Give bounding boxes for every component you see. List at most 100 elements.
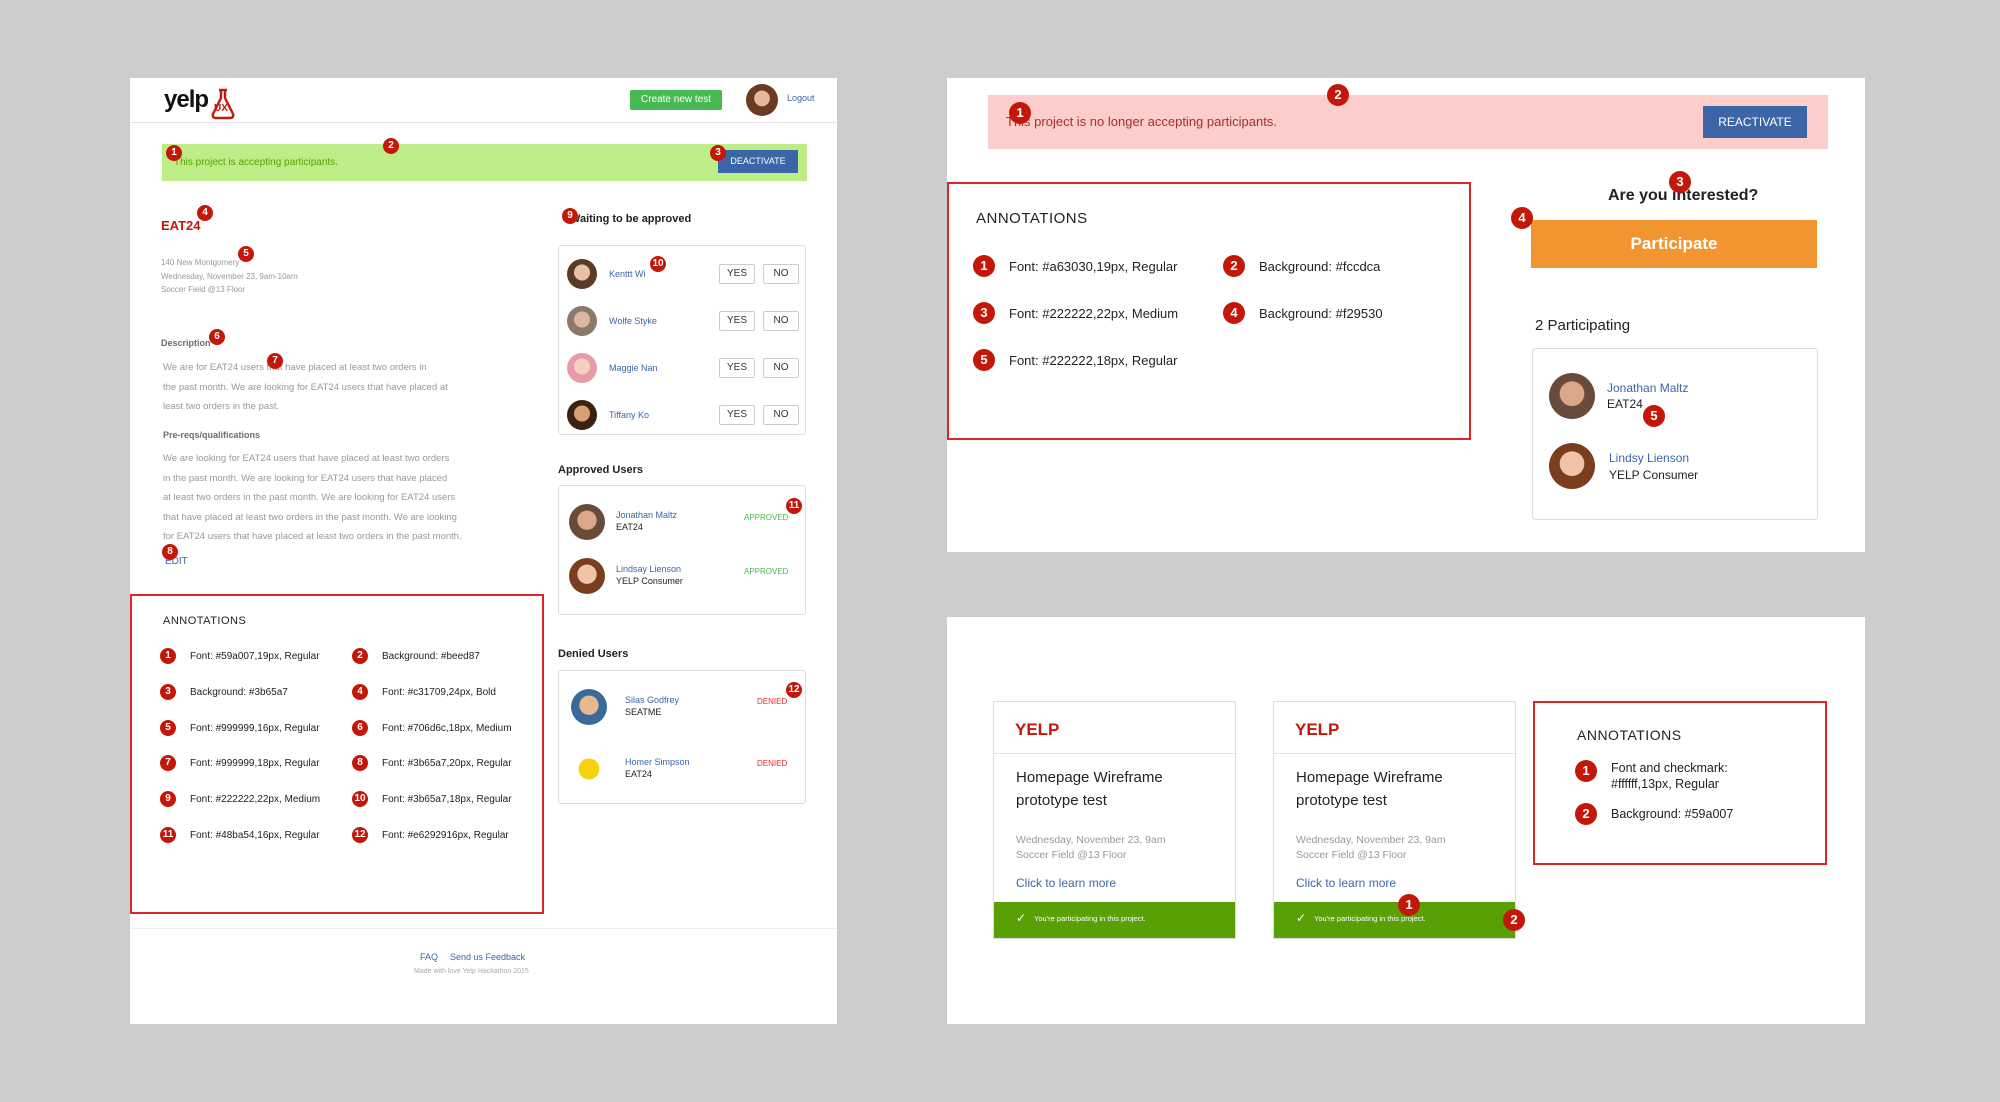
yes-button[interactable]: YES [719, 264, 755, 284]
annotation-marker: 4 [197, 205, 213, 221]
card-brand: YELP [1015, 720, 1060, 739]
no-button[interactable]: NO [763, 405, 799, 425]
project-date: Wednesday, November 23, 9am-10am [161, 272, 298, 281]
reactivate-button[interactable]: REACTIVATE [1703, 106, 1807, 138]
yes-button[interactable]: YES [719, 358, 755, 378]
annotation-marker: 2 [1575, 803, 1597, 825]
logout-link[interactable]: Logout [787, 93, 815, 103]
waiting-user-name[interactable]: Wolfe Styke [609, 316, 657, 326]
project-address: 140 New Montgomery [161, 258, 240, 267]
annotation-marker: 1 [1009, 102, 1031, 124]
avatar [571, 689, 607, 725]
approved-user-name[interactable]: Lindsay Lienson [616, 564, 681, 574]
annotation-marker: 4 [352, 684, 368, 700]
yelp-ux-logo[interactable]: yelp UX [164, 86, 244, 122]
feedback-link[interactable]: Send us Feedback [450, 952, 525, 962]
homer-avatar [571, 751, 607, 787]
participant-name[interactable]: Lindsy Lienson [1609, 451, 1689, 465]
prereqs-line: for EAT24 users that have placed at leas… [163, 531, 462, 542]
denied-user-name[interactable]: Silas Godfrey [625, 695, 679, 705]
annotation-marker: 3 [1669, 171, 1691, 193]
yes-button[interactable]: YES [719, 405, 755, 425]
annotation-text: Background: #3b65a7 [190, 686, 288, 698]
annotation-marker: 11 [786, 498, 802, 514]
status-badge: APPROVED [744, 513, 789, 522]
list-item: Maggie Nan YES NO [559, 350, 807, 386]
status-badge: APPROVED [744, 567, 789, 576]
prereqs-label: Pre-reqs/qualifications [163, 430, 261, 440]
status-badge: DENIED [757, 759, 788, 768]
denied-user-name[interactable]: Homer Simpson [625, 757, 690, 767]
project-card[interactable]: YELP Homepage Wireframe prototype test W… [1273, 701, 1516, 939]
avatar [569, 558, 605, 594]
annotation-marker: 10 [352, 791, 368, 807]
deactivate-button[interactable]: DEACTIVATE [718, 150, 798, 173]
annotation-marker: 6 [352, 720, 368, 736]
annotation-text: Font: #222222,22px, Medium [1009, 305, 1179, 321]
waiting-user-name[interactable]: Maggie Nan [609, 363, 658, 373]
avatar [1549, 373, 1595, 419]
annotation-text: Font: #c31709,24px, Bold [382, 686, 496, 698]
denied-title: Denied Users [558, 648, 629, 660]
annotation-marker: 7 [267, 353, 283, 369]
annotation-marker: 5 [1643, 405, 1665, 427]
list-item: Kenttt Wi YES NO [559, 256, 807, 292]
create-new-test-button[interactable]: Create new test [630, 90, 722, 110]
annotation-item: 10 Font: #3b65a7,18px, Regular [352, 791, 512, 807]
annotation-marker: 9 [160, 791, 176, 807]
no-button[interactable]: NO [763, 311, 799, 331]
annotation-text: Font: #999999,16px, Regular [190, 722, 320, 734]
annotation-item: 5 Font: #222222,18px, Regular [973, 349, 1177, 371]
prereqs-line: at least two orders in the past month. W… [163, 492, 456, 503]
annotations-box [130, 594, 544, 914]
banner-text: This project is accepting participants. [174, 157, 338, 168]
avatar [567, 353, 597, 383]
annotation-item: 12 Font: #e6292916px, Regular [352, 827, 509, 843]
annotation-text-block: Font and checkmark: #ffffff,13px, Regula… [1611, 760, 1728, 792]
participating-text: You're participating in this project. [1034, 914, 1146, 923]
avatar [567, 306, 597, 336]
annotation-item: 1 Font: #59a007,19px, Regular [160, 648, 320, 664]
annotation-text: Font and checkmark: [1611, 761, 1728, 775]
learn-more-link[interactable]: Click to learn more [1016, 876, 1116, 890]
annotation-marker: 12 [352, 827, 368, 843]
card-divider [994, 753, 1235, 754]
annotation-item: 2 Background: #fccdca [1223, 255, 1380, 277]
card-title: Homepage Wireframe prototype test [1296, 769, 1443, 809]
annotation-item: 9 Font: #222222,22px, Medium [160, 791, 320, 807]
annotation-text: Font: #3b65a7,20px, Regular [382, 757, 512, 769]
participant-name[interactable]: Jonathan Maltz [1607, 381, 1688, 395]
description-line: least two orders in the past. [163, 401, 280, 412]
waiting-user-name[interactable]: Kenttt Wi [609, 269, 646, 279]
project-card[interactable]: YELP Homepage Wireframe prototype test W… [993, 701, 1236, 939]
faq-link[interactable]: FAQ [420, 952, 438, 962]
no-button[interactable]: NO [763, 358, 799, 378]
learn-more-link[interactable]: Click to learn more [1296, 876, 1396, 890]
approved-user-org: YELP Consumer [616, 576, 683, 586]
annotation-marker: 8 [162, 544, 178, 560]
annotation-marker: 3 [710, 145, 726, 161]
user-avatar[interactable] [746, 84, 778, 116]
participant-org: YELP Consumer [1609, 468, 1699, 482]
no-button[interactable]: NO [763, 264, 799, 284]
prereqs-line: We are looking for EAT24 users that have… [163, 453, 450, 464]
yes-button[interactable]: YES [719, 311, 755, 331]
annotation-text: Font: #59a007,19px, Regular [190, 650, 320, 662]
annotation-item: 3 Font: #222222,22px, Medium [973, 302, 1178, 324]
annotation-marker: 10 [650, 256, 666, 272]
annotation-marker: 5 [973, 349, 995, 371]
approved-user-name[interactable]: Jonathan Maltz [616, 510, 677, 520]
waiting-list: Kenttt Wi YES NO Wolfe Styke YES NO Magg… [558, 245, 806, 435]
annotation-text: Background: #59a007 [1611, 807, 1734, 821]
annotation-text: Background: #fccdca [1259, 258, 1381, 274]
status-badge: DENIED [757, 697, 788, 706]
annotation-marker: 3 [160, 684, 176, 700]
project-title: EAT24 [161, 218, 201, 233]
annotation-marker: 3 [973, 302, 995, 324]
waiting-title: Waiting to be approved [570, 213, 692, 225]
participate-button[interactable]: Participate [1531, 220, 1817, 268]
waiting-user-name[interactable]: Tiffany Ko [609, 410, 649, 420]
list-item: Lindsay Lienson YELP Consumer APPROVED [559, 556, 807, 596]
annotations-title: ANNOTATIONS [163, 615, 247, 627]
annotation-text: Font: #48ba54,16px, Regular [190, 829, 320, 841]
